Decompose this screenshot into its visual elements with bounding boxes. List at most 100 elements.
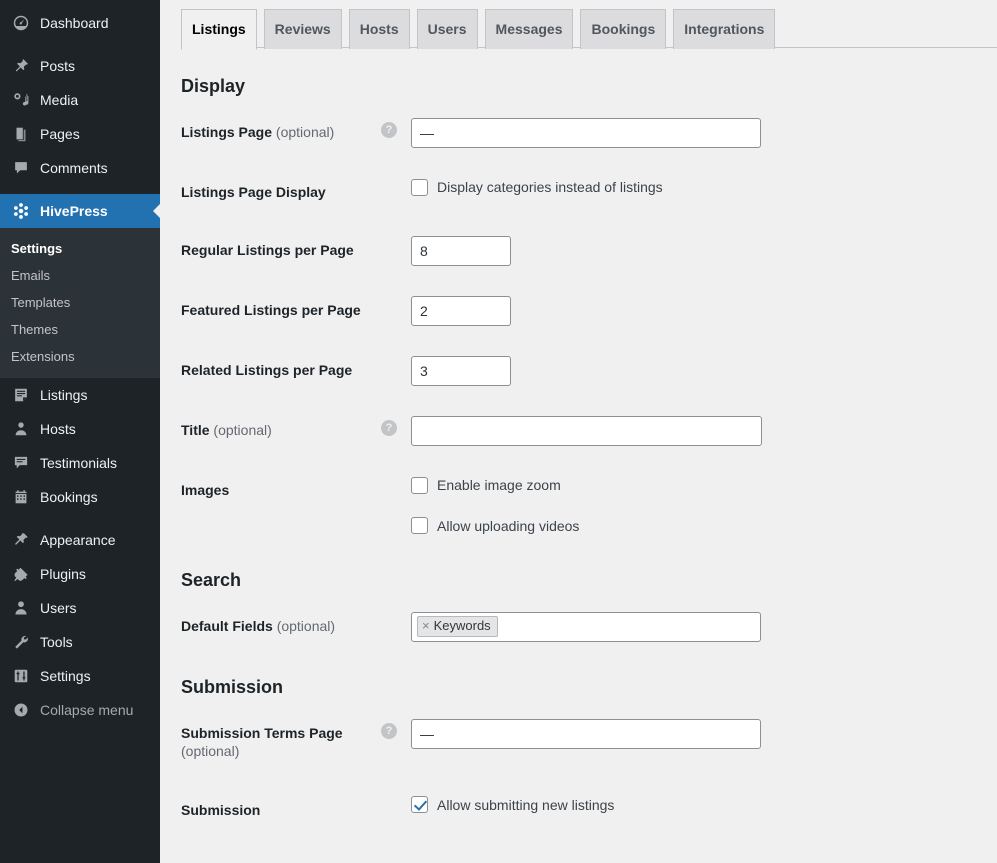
- users-icon: [11, 598, 31, 618]
- checkbox-allow-uploading-videos[interactable]: [411, 517, 428, 534]
- label-regular-per-page: Regular Listings per Page: [181, 221, 381, 281]
- sidebar-item-label: Posts: [40, 59, 75, 73]
- field-label: Featured Listings per Page: [181, 302, 361, 318]
- field-label: Default Fields: [181, 618, 273, 634]
- label-featured-per-page: Featured Listings per Page: [181, 281, 381, 341]
- checkbox-label[interactable]: Allow submitting new listings: [437, 796, 614, 814]
- optional-note: (optional): [213, 422, 271, 438]
- sidebar-item-label: Settings: [40, 669, 91, 683]
- listings-icon: [11, 385, 31, 405]
- control-cell-images: Enable image zoom Allow uploading videos: [411, 461, 961, 549]
- submenu-item-extensions[interactable]: Extensions: [0, 343, 160, 370]
- title-input[interactable]: [411, 416, 762, 446]
- regular-listings-per-page-input[interactable]: [411, 236, 511, 266]
- pin-icon: [11, 56, 31, 76]
- checkbox-label[interactable]: Enable image zoom: [437, 476, 561, 494]
- field-label: Submission: [181, 802, 260, 818]
- field-row-regular-per-page: Regular Listings per Page: [181, 221, 961, 281]
- tab-bookings[interactable]: Bookings: [580, 9, 666, 49]
- checkbox-enable-image-zoom[interactable]: [411, 477, 428, 494]
- checkbox-allow-submitting-new-listings[interactable]: [411, 796, 428, 813]
- submenu-item-settings[interactable]: Settings: [0, 235, 160, 262]
- tab-integrations[interactable]: Integrations: [673, 9, 775, 49]
- checkbox-display-categories[interactable]: [411, 179, 428, 196]
- label-listings-page: Listings Page (optional): [181, 103, 381, 163]
- label-title: Title (optional): [181, 401, 381, 461]
- tab-messages[interactable]: Messages: [485, 9, 574, 49]
- related-listings-per-page-input[interactable]: [411, 356, 511, 386]
- control-cell-regular-per-page: [411, 221, 961, 281]
- control-cell-featured-per-page: [411, 281, 961, 341]
- tab-reviews[interactable]: Reviews: [264, 9, 342, 49]
- sidebar-item-label: Appearance: [40, 533, 116, 547]
- submission-terms-page-select[interactable]: —: [411, 719, 761, 749]
- hivepress-icon: [11, 201, 31, 221]
- sidebar-item-label: Comments: [40, 161, 108, 175]
- token-keywords[interactable]: × Keywords: [417, 616, 498, 637]
- sidebar-item-dashboard[interactable]: Dashboard: [0, 6, 160, 40]
- optional-note: (optional): [276, 124, 334, 140]
- sidebar-item-comments[interactable]: Comments: [0, 151, 160, 185]
- listings-page-select-wrap: —: [411, 118, 761, 148]
- sidebar-item-hivepress[interactable]: HivePress: [0, 194, 160, 228]
- checkbox-row-enable-image-zoom[interactable]: Enable image zoom: [411, 476, 951, 494]
- sidebar-item-label: HivePress: [40, 204, 108, 218]
- section-title-search: Search: [181, 568, 997, 593]
- select-value: —: [420, 720, 434, 748]
- sidebar-item-media[interactable]: Media: [0, 83, 160, 117]
- section-title-display: Display: [181, 74, 997, 99]
- sidebar-item-users[interactable]: Users: [0, 591, 160, 625]
- help-cell-empty: [381, 781, 411, 839]
- testimonials-icon: [11, 453, 31, 473]
- settings-content: ListingsReviewsHostsUsersMessagesBooking…: [160, 0, 997, 863]
- settings-icon: [11, 666, 31, 686]
- sidebar-item-testimonials[interactable]: Testimonials: [0, 446, 160, 480]
- featured-listings-per-page-input[interactable]: [411, 296, 511, 326]
- checkbox-row-allow-submitting[interactable]: Allow submitting new listings: [411, 796, 951, 814]
- control-cell-title: [411, 401, 961, 461]
- field-row-images: Images Enable image zoom Allow uploading…: [181, 461, 961, 549]
- help-icon[interactable]: ?: [381, 122, 397, 138]
- field-row-related-per-page: Related Listings per Page: [181, 341, 961, 401]
- checkbox-label[interactable]: Allow uploading videos: [437, 517, 579, 535]
- submenu-item-emails[interactable]: Emails: [0, 262, 160, 289]
- sidebar-item-hosts[interactable]: Hosts: [0, 412, 160, 446]
- close-icon[interactable]: ×: [422, 618, 430, 634]
- sidebar-item-label: Dashboard: [40, 16, 109, 30]
- sidebar-item-pages[interactable]: Pages: [0, 117, 160, 151]
- help-icon[interactable]: ?: [381, 723, 397, 739]
- tab-listings[interactable]: Listings: [181, 9, 257, 50]
- display-settings-table: Listings Page (optional) ? —: [181, 103, 961, 550]
- sidebar-item-listings[interactable]: Listings: [0, 378, 160, 412]
- label-submission-terms-page: Submission Terms Page (optional): [181, 704, 381, 780]
- checkbox-row-display-categories[interactable]: Display categories instead of listings: [411, 178, 951, 196]
- control-cell-related-per-page: [411, 341, 961, 401]
- field-label: Regular Listings per Page: [181, 242, 354, 258]
- sidebar-item-bookings[interactable]: Bookings: [0, 480, 160, 514]
- help-cell-title: ?: [381, 401, 411, 461]
- sidebar-item-tools[interactable]: Tools: [0, 625, 160, 659]
- field-row-submission: Submission Allow submitting new listings: [181, 781, 961, 839]
- default-fields-tokenfield[interactable]: × Keywords: [411, 612, 761, 642]
- help-cell-listings-page: ?: [381, 103, 411, 163]
- submenu-item-templates[interactable]: Templates: [0, 289, 160, 316]
- sidebar-item-posts[interactable]: Posts: [0, 49, 160, 83]
- collapse-icon: [11, 700, 31, 720]
- label-listings-page-display: Listings Page Display: [181, 163, 381, 221]
- help-icon[interactable]: ?: [381, 420, 397, 436]
- checkbox-row-allow-uploading-videos[interactable]: Allow uploading videos: [411, 517, 951, 535]
- pages-icon: [11, 124, 31, 144]
- field-row-listings-page: Listings Page (optional) ? —: [181, 103, 961, 163]
- submenu-item-themes[interactable]: Themes: [0, 316, 160, 343]
- listings-page-select[interactable]: —: [411, 118, 761, 148]
- tab-hosts[interactable]: Hosts: [349, 9, 410, 49]
- tab-users[interactable]: Users: [417, 9, 478, 49]
- control-cell-listings-page: —: [411, 103, 961, 163]
- sidebar-item-settings[interactable]: Settings: [0, 659, 160, 693]
- sidebar-item-appearance[interactable]: Appearance: [0, 523, 160, 557]
- sidebar-item-plugins[interactable]: Plugins: [0, 557, 160, 591]
- sidebar-item-collapse-menu[interactable]: Collapse menu: [0, 693, 160, 727]
- checkbox-label[interactable]: Display categories instead of listings: [437, 178, 663, 196]
- label-submission: Submission: [181, 781, 381, 839]
- comments-icon: [11, 158, 31, 178]
